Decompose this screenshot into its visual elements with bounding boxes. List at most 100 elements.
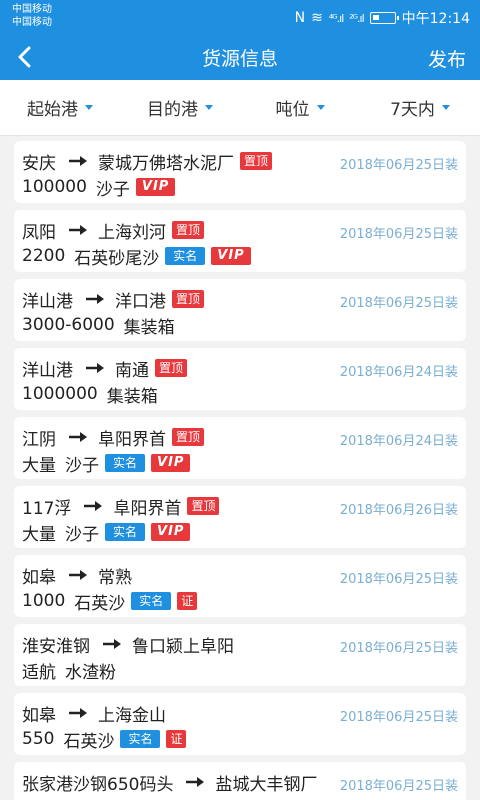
quantity: 1000000 <box>22 384 98 404</box>
filter-label: 7天内 <box>390 100 435 120</box>
cargo-type: 石英沙 <box>63 731 115 752</box>
caret-down-icon <box>441 105 450 110</box>
cargo-type: 石英砂尾沙 <box>74 248 160 269</box>
loading-date: 2018年06月25日装 <box>337 292 458 311</box>
back-arrow-icon <box>18 46 31 68</box>
loading-date: 2018年06月25日装 <box>337 223 458 242</box>
cargo-type: 沙子 <box>65 524 99 545</box>
cargo-list: 安庆 蒙城万佛塔水泥厂 置顶 100000 沙子 VIP 2018年06月25日装 凤阳… <box>14 141 466 800</box>
list-item[interactable]: 洋山港 洋口港 置顶 3000-6000 集装箱 2018年06月25日装 <box>14 279 466 341</box>
back-button[interactable] <box>12 43 36 71</box>
loading-date: 2018年06月26日装 <box>337 499 458 518</box>
arrow-right-icon <box>85 293 105 305</box>
list-item[interactable]: 安庆 蒙城万佛塔水泥厂 置顶 100000 沙子 VIP 2018年06月25日装 <box>14 141 466 203</box>
certificate-badge: 证 <box>177 592 198 610</box>
arrow-right-icon <box>83 500 103 512</box>
origin-port: 洋山港 <box>22 291 73 312</box>
carrier-label-2: 中国移动 <box>12 17 52 28</box>
caret-down-icon <box>205 105 213 110</box>
arrow-right-icon <box>68 569 88 581</box>
battery-icon <box>369 12 399 24</box>
signal-2g-icon: ²ᴳ.ıl <box>349 11 364 25</box>
verified-name-badge: 实名 <box>120 730 161 748</box>
quantity: 大量 <box>22 455 56 476</box>
vip-badge: VIP <box>151 523 191 541</box>
origin-port: 洋山港 <box>22 360 73 381</box>
filter-label: 目的港 <box>147 100 198 120</box>
vip-badge: VIP <box>151 454 191 472</box>
destination-port: 蒙城万佛塔水泥厂 <box>98 153 234 174</box>
page-title: 货源信息 <box>201 47 278 70</box>
origin-port: 安庆 <box>22 153 56 174</box>
arrow-right-icon <box>85 362 105 374</box>
destination-port: 阜阳界首 <box>113 498 182 519</box>
origin-port: 凤阳 <box>22 222 56 243</box>
quantity: 3000-6000 <box>22 315 115 335</box>
caret-down-icon <box>316 105 325 110</box>
cargo-type: 水渣粉 <box>65 662 116 683</box>
quantity: 550 <box>22 729 55 749</box>
arrow-right-icon <box>68 155 88 167</box>
list-item[interactable]: 淮安淮钢 鲁口颍上阜阳 适航 水渣粉 2018年06月25日装 <box>14 624 466 686</box>
vip-badge: VIP <box>135 178 176 196</box>
filter-tonnage[interactable]: 吨位 <box>240 95 360 120</box>
destination-port: 鲁口颍上阜阳 <box>132 636 234 657</box>
filter-destination-port[interactable]: 目的港 <box>120 95 240 120</box>
quantity: 适航 <box>22 662 56 683</box>
destination-port: 上海刘河 <box>98 222 166 243</box>
pinned-badge: 置顶 <box>172 221 205 239</box>
wifi-icon: ≋ <box>311 10 323 26</box>
destination-port: 盐城大丰钢厂 <box>215 774 318 795</box>
cargo-type: 沙子 <box>95 179 130 200</box>
list-item[interactable]: 如皋 上海金山 550 石英沙 实名证 2018年06月25日装 <box>14 693 466 755</box>
nav-bar: 货源信息 发布 <box>0 34 480 80</box>
list-item[interactable]: 117浮 阜阳界首 置顶 大量 沙子 实名 VIP 2018年06月26日装 <box>14 486 466 548</box>
filter-date-range[interactable]: 7天内 <box>360 95 480 120</box>
quantity: 大量 <box>22 524 56 545</box>
verified-name-badge: 实名 <box>105 454 146 472</box>
origin-port: 117浮 <box>22 498 72 519</box>
arrow-right-icon <box>185 776 205 788</box>
status-bar: 中国移动 中国移动 N ≋ ⁴ᴳ.ıl ²ᴳ.ıl 中午12:14 <box>0 0 480 34</box>
pinned-badge: 置顶 <box>240 152 273 170</box>
origin-port: 如皋 <box>22 567 56 588</box>
publish-button[interactable]: 发布 <box>428 45 466 72</box>
origin-port: 江阴 <box>22 429 56 450</box>
destination-port: 阜阳界首 <box>98 429 166 450</box>
filter-label: 吨位 <box>275 100 310 120</box>
list-item[interactable]: 张家港沙钢650码头 盐城大丰钢厂 2018年06月25日装 <box>14 762 466 800</box>
arrow-right-icon <box>68 224 88 236</box>
verified-name-badge: 实名 <box>105 523 146 541</box>
loading-date: 2018年06月25日装 <box>337 568 458 587</box>
destination-port: 南通 <box>115 360 149 381</box>
origin-port: 淮安淮钢 <box>22 636 90 657</box>
origin-port: 如皋 <box>22 705 56 726</box>
cargo-type: 集装箱 <box>123 317 175 338</box>
arrow-right-icon <box>68 707 88 719</box>
nfc-icon: N <box>294 10 306 26</box>
filter-origin-port[interactable]: 起始港 <box>0 95 120 120</box>
cargo-type: 集装箱 <box>106 386 158 407</box>
list-item[interactable]: 洋山港 南通 置顶 1000000 集装箱 2018年06月24日装 <box>14 348 466 410</box>
loading-date: 2018年06月25日装 <box>337 154 458 173</box>
certificate-badge: 证 <box>166 730 187 748</box>
caret-down-icon <box>85 105 93 110</box>
cargo-type: 沙子 <box>65 455 99 476</box>
signal-4g-icon: ⁴ᴳ.ıl <box>328 11 344 25</box>
pinned-badge: 置顶 <box>155 359 188 377</box>
list-item[interactable]: 如皋 常熟 1000 石英沙 实名证 2018年06月25日装 <box>14 555 466 617</box>
list-item[interactable]: 凤阳 上海刘河 置顶 2200 石英砂尾沙 实名 VIP 2018年06月25日装 <box>14 210 466 272</box>
pinned-badge: 置顶 <box>187 497 220 515</box>
list-item[interactable]: 江阴 阜阳界首 置顶 大量 沙子 实名 VIP 2018年06月24日装 <box>14 417 466 479</box>
loading-date: 2018年06月25日装 <box>337 637 458 656</box>
verified-name-badge: 实名 <box>131 592 172 610</box>
quantity: 1000 <box>22 591 66 611</box>
loading-date: 2018年06月25日装 <box>337 706 458 725</box>
pinned-badge: 置顶 <box>172 428 205 446</box>
destination-port: 洋口港 <box>115 291 166 312</box>
loading-date: 2018年06月24日装 <box>337 361 458 380</box>
quantity: 2200 <box>22 246 66 266</box>
quantity: 100000 <box>22 177 87 197</box>
filter-bar: 起始港 目的港 吨位 7天内 <box>0 80 480 136</box>
loading-date: 2018年06月24日装 <box>337 430 458 449</box>
